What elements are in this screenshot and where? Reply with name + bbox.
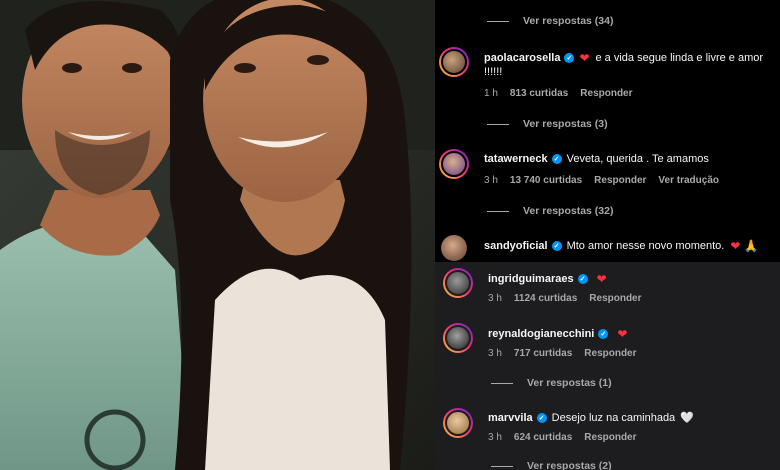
heart-emoji: ❤ [579, 51, 590, 65]
view-replies-button[interactable]: Ver respostas (1) [491, 377, 612, 389]
view-replies-label: Ver respostas (32) [523, 205, 614, 217]
translate-button[interactable]: Ver tradução [658, 175, 719, 186]
comment-text-continued: !!!!!! [484, 66, 503, 78]
view-replies-button[interactable]: Ver respostas (2) [491, 460, 612, 470]
likes-count[interactable]: 624 curtidas [514, 432, 572, 443]
divider-line [487, 210, 509, 212]
couple-photo-image [0, 0, 435, 470]
avatar-tatawerneck[interactable] [439, 149, 469, 179]
comment-username[interactable]: ingridguimaraes [488, 273, 574, 285]
avatar-paolacarosella[interactable] [439, 47, 469, 77]
comment-meta: 3 h 717 curtidas Responder [488, 348, 637, 359]
divider-line [487, 123, 509, 125]
divider-line [487, 20, 509, 22]
view-replies-label: Ver respostas (2) [527, 460, 612, 470]
view-replies-label: Ver respostas (1) [527, 377, 612, 389]
comment-time: 3 h [488, 348, 502, 359]
reply-button[interactable]: Responder [584, 432, 636, 443]
avatar-sandyoficial[interactable] [441, 235, 467, 261]
comment-meta: 3 h 1124 curtidas Responder [488, 293, 642, 304]
view-replies-label: Ver respostas (34) [523, 15, 614, 27]
verified-badge-icon: ✓ [564, 53, 575, 63]
avatar-image [441, 49, 467, 75]
comment-time: 1 h [484, 88, 498, 99]
comment-marvvila: marvvila ✓ Desejo luz na caminhada 🤍 [488, 411, 694, 425]
comment-username[interactable]: paolacarosella [484, 52, 560, 64]
avatar-image [441, 235, 467, 261]
verified-badge-icon: ✓ [536, 412, 547, 423]
avatar-image [445, 270, 471, 296]
comment-tatawerneck: tatawerneck ✓ Veveta, querida . Te amamo… [484, 153, 709, 165]
verified-badge-icon: ✓ [598, 329, 609, 339]
comment-text: e a vida segue linda e livre e amor [595, 52, 764, 64]
heart-emoji: ❤ 🙏 [730, 239, 759, 253]
comment-meta: 3 h 624 curtidas Responder [488, 432, 637, 443]
comment-time: 3 h [488, 293, 502, 304]
likes-count[interactable]: 13 740 curtidas [510, 175, 582, 186]
white-heart-emoji: 🤍 [680, 412, 694, 424]
comment-meta: 3 h 13 740 curtidas Responder Ver traduç… [484, 175, 719, 186]
likes-count[interactable]: 813 curtidas [510, 88, 568, 99]
comment-time: 3 h [488, 432, 502, 443]
post-photo [0, 0, 435, 470]
verified-badge-icon: ✓ [577, 274, 588, 284]
verified-badge-icon: ✓ [551, 241, 562, 251]
avatar-marvvila[interactable] [443, 408, 473, 438]
view-replies-button[interactable]: Ver respostas (3) [487, 118, 608, 130]
comment-text: Desejo luz na caminhada [551, 411, 676, 424]
divider-line [491, 382, 513, 384]
likes-count[interactable]: 1124 curtidas [514, 293, 577, 304]
comment-text: Veveta, querida . Te amamos [566, 153, 709, 165]
reply-button[interactable]: Responder [580, 88, 632, 99]
view-replies-button[interactable]: Ver respostas (32) [487, 205, 613, 217]
heart-emoji: ❤ [596, 272, 607, 286]
comment-username[interactable]: tatawerneck [484, 153, 548, 165]
verified-badge-icon: ✓ [551, 154, 562, 164]
comment-text: Mto amor nesse novo momento. [566, 240, 725, 252]
avatar-image [445, 325, 471, 351]
comment-paolacarosella: paolacarosella ✓ ❤ e a vida segue linda … [484, 51, 763, 65]
likes-count[interactable]: 717 curtidas [514, 348, 572, 359]
avatar-ingridguimaraes[interactable] [443, 268, 473, 298]
reply-button[interactable]: Responder [594, 175, 646, 186]
reply-button[interactable]: Responder [589, 293, 641, 304]
comments-panel: Ver respostas (34) paolacarosella ✓ ❤ e … [435, 0, 780, 470]
comment-time: 3 h [484, 175, 498, 186]
comment-username[interactable]: marvvila [488, 412, 533, 424]
reply-button[interactable]: Responder [584, 348, 636, 359]
comment-meta: 1 h 813 curtidas Responder [484, 88, 633, 99]
heart-emoji: ❤ [617, 327, 628, 341]
comment-username[interactable]: sandyoficial [484, 240, 548, 252]
view-replies-label: Ver respostas (3) [523, 118, 608, 130]
divider-line [491, 465, 513, 467]
avatar-reynaldogianecchini[interactable] [443, 323, 473, 353]
avatar-image [445, 410, 471, 436]
comment-username[interactable]: reynaldogianecchini [488, 328, 594, 340]
view-replies-top[interactable]: Ver respostas (34) [487, 15, 613, 27]
comment-sandyoficial: sandyoficial ✓ Mto amor nesse novo momen… [484, 239, 759, 253]
comment-reynaldogianecchini: reynaldogianecchini ✓ ❤ [488, 327, 627, 341]
comment-ingridguimaraes: ingridguimaraes ✓ ❤ [488, 272, 607, 286]
avatar-image [441, 151, 467, 177]
